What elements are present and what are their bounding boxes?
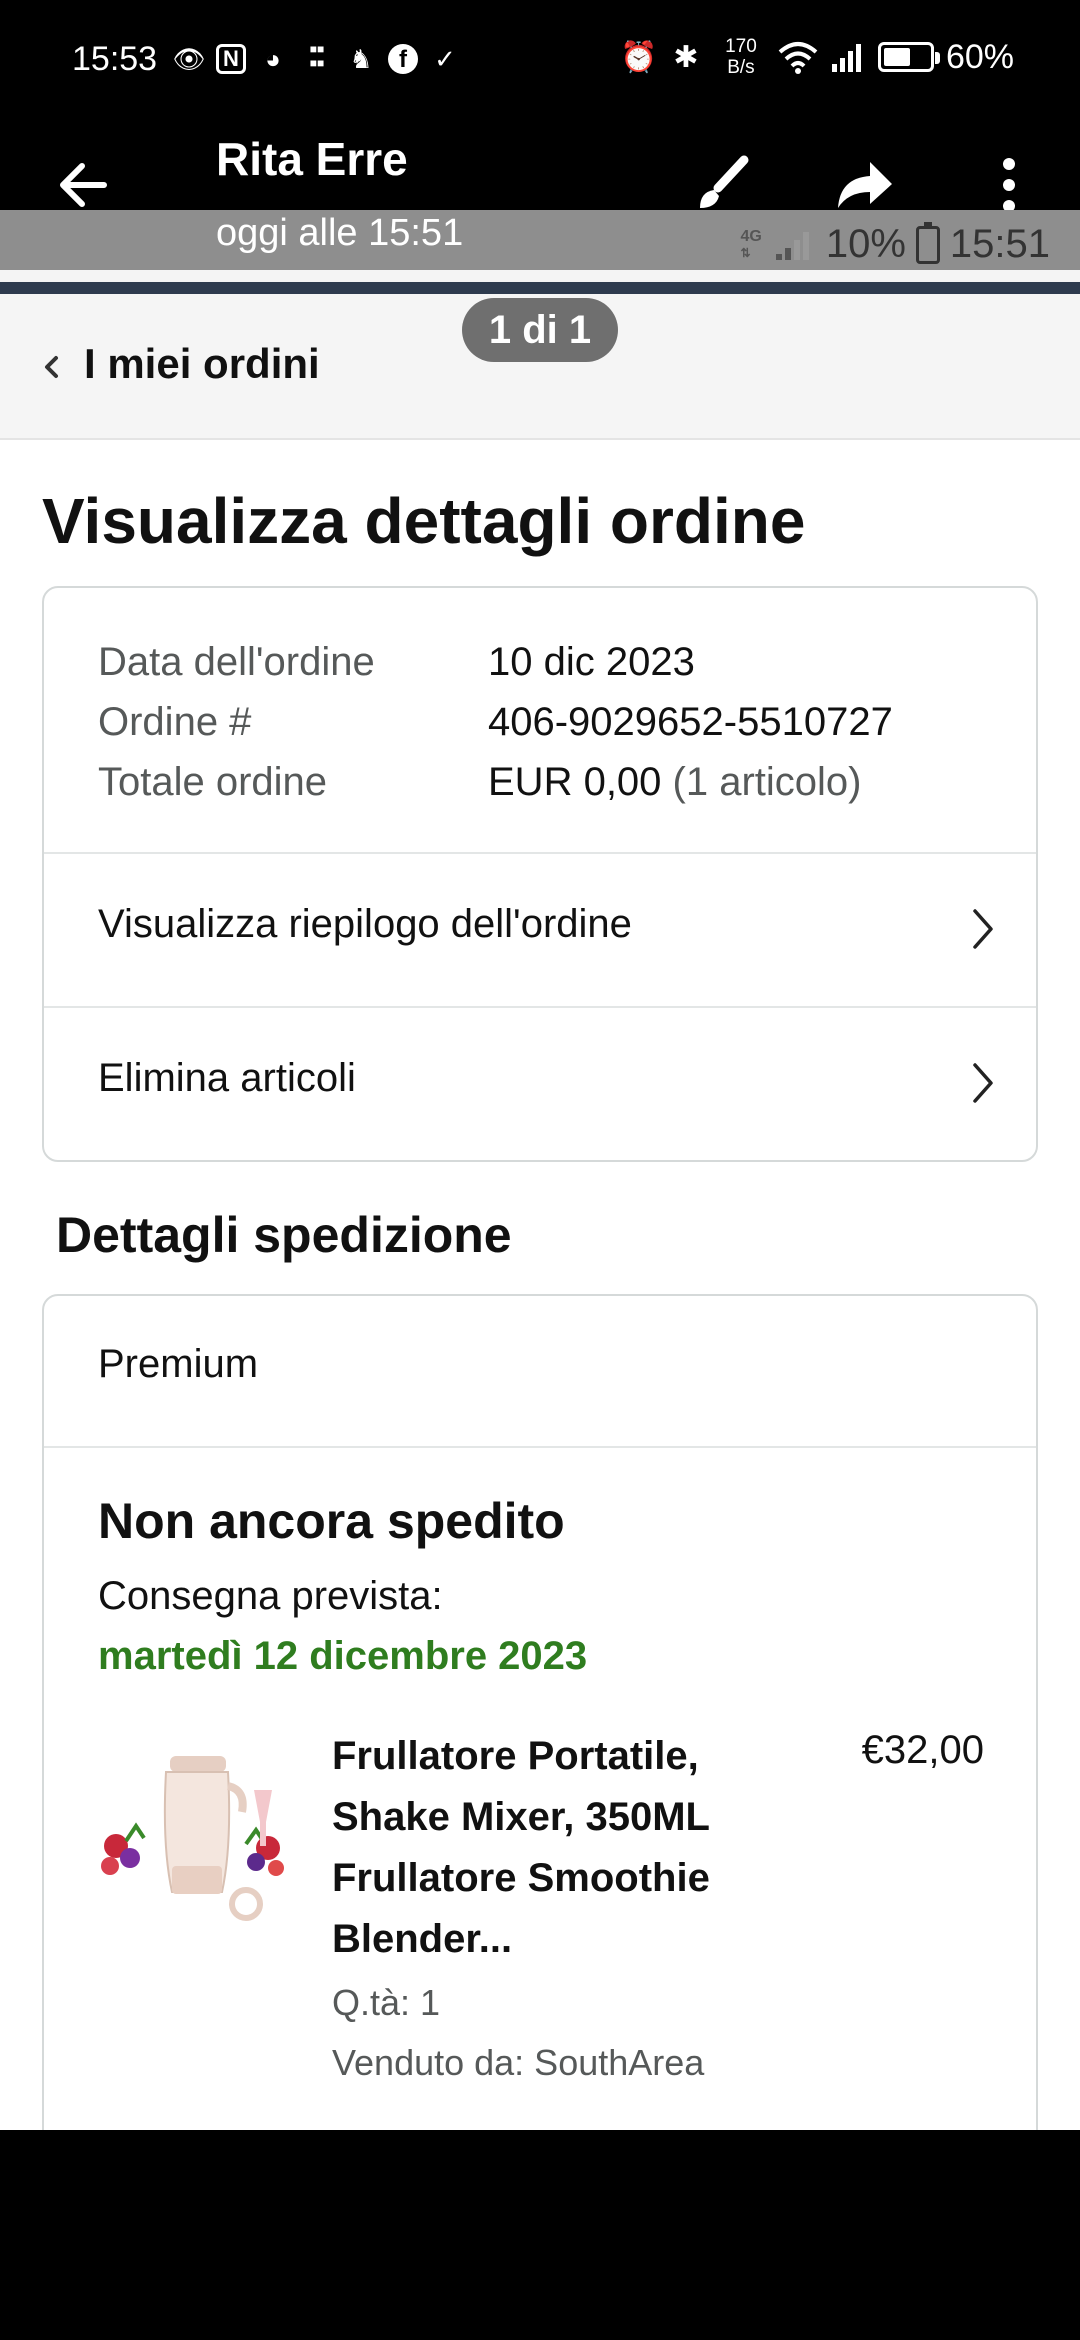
order-date-label: Data dell'ordine [98, 639, 375, 684]
signal-icon [831, 44, 861, 72]
view-order-summary-label: Visualizza riepilogo dell'ordine [98, 902, 632, 946]
order-date-row: Data dell'ordine 10 dic 2023 [98, 632, 893, 692]
order-summary-card: Data dell'ordine 10 dic 2023 Ordine # 40… [42, 586, 1038, 1162]
download-check-icon: ✓ [434, 44, 456, 74]
chevron-left-icon [45, 356, 58, 378]
delete-items-link[interactable]: Elimina articoli [44, 1006, 1036, 1160]
delete-items-label: Elimina articoli [98, 1056, 356, 1100]
chevron-right-icon [973, 1063, 993, 1103]
product-quantity: Q.tà: 1 [332, 1982, 441, 2023]
temu-icon: ■■ ■■ [309, 42, 325, 70]
delivery-date: martedì 12 dicembre 2023 [98, 1634, 588, 1678]
shipping-service-row: Premium [44, 1296, 1036, 1448]
order-total-label: Totale ordine [98, 759, 328, 804]
facebook-icon: f [388, 44, 418, 74]
order-page: I miei ordini 1 di 1 Visualizza dettagli… [0, 294, 1080, 2130]
eye-icon: 👁 [172, 44, 206, 74]
notification-icons: 👁 N ◕ ■■ ■■ ♞ f ✓ [172, 42, 462, 76]
order-number-label: Ordine # [98, 699, 252, 744]
product-title[interactable]: Frullatore Portatile, Shake Mixer, 350ML… [332, 1726, 772, 1970]
product-image[interactable] [96, 1726, 290, 1926]
chevron-right-icon [973, 909, 993, 949]
viewer-bottom-area [0, 2130, 1080, 2340]
divider [0, 270, 1080, 282]
product-seller: Venduto da: SouthArea [332, 2042, 705, 2083]
divider [0, 282, 1080, 294]
signal-icon [775, 231, 809, 260]
viewer-toolbar: Rita Erre [0, 120, 1080, 212]
bluetooth-icon: ✱ [673, 40, 699, 74]
page-counter: 1 di 1 [462, 298, 618, 362]
shipping-service: Premium [98, 1342, 259, 1386]
order-total-row: Totale ordine EUR 0,00 (1 articolo) [98, 752, 893, 812]
battery-percent: 60% [945, 37, 1014, 76]
viewer-title: Rita Erre [216, 133, 408, 185]
captured-battery-percent: 10% [825, 222, 906, 266]
delivery-label: Consegna prevista: [98, 1574, 443, 1618]
product-price: €32,00 [861, 1728, 984, 1772]
messenger-icon: ◕ [265, 44, 281, 74]
order-number-value: 406-9029652-5510727 [488, 699, 893, 744]
cat-icon: ♞ [349, 44, 373, 74]
network-speed: 170 B/s [716, 36, 766, 78]
order-meta: Data dell'ordine 10 dic 2023 Ordine # 40… [98, 632, 893, 812]
wifi-icon [778, 42, 818, 74]
page-title: Visualizza dettagli ordine [42, 485, 806, 557]
status-time: 15:53 [72, 40, 158, 78]
alarm-icon: ⏰ [619, 40, 658, 74]
status-bar: 15:53 👁 N ◕ ■■ ■■ ♞ f ✓ ⏰ ✱ 170 B/s 60% [0, 0, 1080, 120]
order-date-value: 10 dic 2023 [488, 639, 695, 684]
battery-icon [915, 221, 940, 264]
view-order-summary-link[interactable]: Visualizza riepilogo dell'ordine [44, 852, 1036, 1006]
order-total-items: (1 articolo) [672, 759, 862, 804]
speed-unit: B/s [727, 57, 755, 78]
order-number-row: Ordine # 406-9029652-5510727 [98, 692, 893, 752]
viewer-subtitle: oggi alle 15:51 [216, 212, 464, 254]
captured-status-bar: oggi alle 15:51 4G ⇅ 10% 15:51 [0, 210, 1080, 270]
shipment-status: Non ancora spedito [98, 1493, 565, 1549]
nfc-icon: N [216, 44, 246, 74]
breadcrumb-label[interactable]: I miei ordini [84, 340, 320, 388]
battery-icon [877, 42, 940, 72]
shipment-card: Premium Non ancora spedito Consegna prev… [42, 1294, 1038, 2130]
shipping-section-title: Dettagli spedizione [56, 1207, 512, 1263]
captured-time: 15:51 [949, 222, 1050, 266]
speed-value: 170 [725, 36, 757, 57]
network-type-label: 4G [740, 227, 762, 245]
network-type: 4G ⇅ [740, 227, 762, 260]
order-total-value: EUR 0,00 (1 articolo) [488, 760, 862, 805]
order-total-amount: EUR 0,00 [488, 759, 662, 804]
